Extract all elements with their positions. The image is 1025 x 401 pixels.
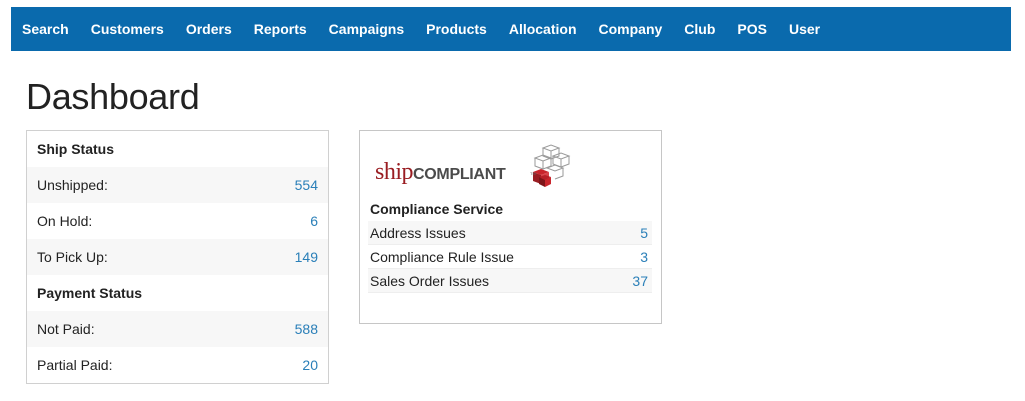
compliance-row-label: Compliance Rule Issue	[370, 248, 514, 265]
shipcompliant-logo: shipCOMPLIANT TM	[375, 144, 575, 194]
compliance-row-value-link[interactable]: 37	[632, 273, 648, 289]
ship-row-value-link[interactable]: 554	[295, 177, 318, 193]
compliance-row-value-link[interactable]: 3	[640, 249, 648, 265]
nav-item-company[interactable]: Company	[599, 21, 663, 37]
logo-compliant-text: COMPLIANT	[413, 166, 506, 183]
ship-row-label: To Pick Up:	[37, 249, 108, 265]
payment-row-value-link[interactable]: 588	[295, 321, 318, 337]
compliance-list: Address Issues 5 Compliance Rule Issue 3…	[368, 221, 652, 293]
nav-item-orders[interactable]: Orders	[186, 21, 232, 37]
logo-trademark: TM	[530, 171, 536, 176]
nav-item-user[interactable]: User	[789, 21, 820, 37]
payment-status-heading: Payment Status	[37, 285, 143, 301]
compliance-row-rule-issue: Compliance Rule Issue 3	[368, 245, 652, 269]
payment-row-label: Partial Paid:	[37, 357, 113, 373]
compliance-service-heading: Compliance Service	[370, 201, 504, 217]
nav-item-allocation[interactable]: Allocation	[509, 21, 577, 37]
ship-row-value-link[interactable]: 6	[310, 213, 318, 229]
ship-row-on-hold: On Hold: 6	[27, 203, 328, 239]
nav-item-customers[interactable]: Customers	[91, 21, 164, 37]
compliance-row-label: Sales Order Issues	[370, 272, 490, 289]
nav-item-reports[interactable]: Reports	[254, 21, 307, 37]
logo-wordmark: shipCOMPLIANT	[375, 159, 506, 186]
payment-row-partial-paid: Partial Paid: 20	[27, 347, 328, 383]
payment-row-label: Not Paid:	[37, 321, 95, 337]
nav-item-pos[interactable]: POS	[737, 21, 767, 37]
ship-row-to-pick-up: To Pick Up: 149	[27, 239, 328, 275]
nav-item-campaigns[interactable]: Campaigns	[329, 21, 404, 37]
logo-cubes-icon: TM	[530, 144, 571, 187]
nav-item-search[interactable]: Search	[22, 21, 69, 37]
ship-row-unshipped: Unshipped: 554	[27, 167, 328, 203]
logo-ship-text: ship	[375, 159, 414, 185]
nav-item-club[interactable]: Club	[684, 21, 715, 37]
compliance-row-value-link[interactable]: 5	[640, 225, 648, 241]
compliance-row-address-issues: Address Issues 5	[368, 221, 652, 245]
ship-status-heading: Ship Status	[37, 141, 115, 157]
ship-row-label: Unshipped:	[37, 177, 108, 193]
compliance-panel: shipCOMPLIANT TM Compliance Service Addr…	[359, 130, 662, 324]
ship-row-value-link[interactable]: 149	[295, 249, 318, 265]
top-nav-bar: Search Customers Orders Reports Campaign…	[11, 7, 1011, 51]
compliance-row-sales-order-issues: Sales Order Issues 37	[368, 269, 652, 293]
ship-row-label: On Hold:	[37, 213, 93, 229]
nav-item-products[interactable]: Products	[426, 21, 487, 37]
page-title: Dashboard	[26, 76, 200, 117]
payment-row-value-link[interactable]: 20	[302, 357, 318, 373]
compliance-row-label: Address Issues	[370, 224, 466, 241]
payment-row-not-paid: Not Paid: 588	[27, 311, 328, 347]
ship-status-panel: Ship Status Unshipped: 554 On Hold: 6 To…	[26, 130, 329, 384]
